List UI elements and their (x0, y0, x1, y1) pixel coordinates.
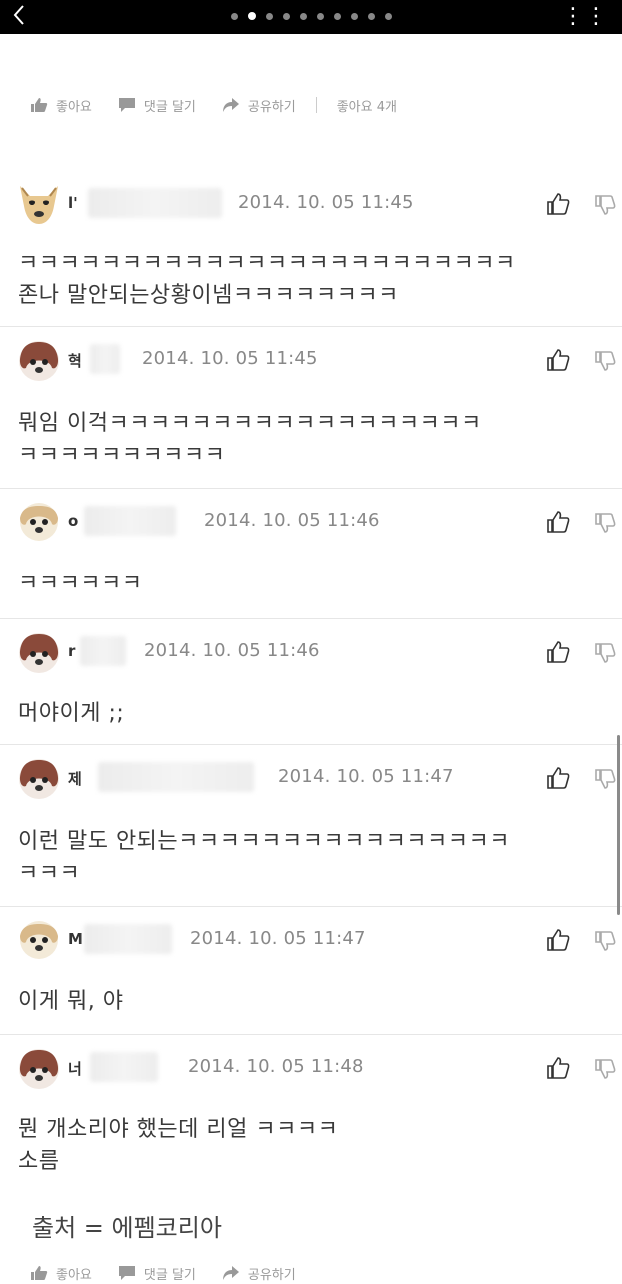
comment-header: M 2014. 10. 05 11:47 (16, 918, 616, 964)
blurred-username (84, 924, 172, 954)
blurred-username (84, 506, 176, 536)
comment-username[interactable]: 혁 (68, 350, 82, 371)
like-label: 좋아요 (56, 99, 92, 115)
blurred-username (90, 1052, 158, 1082)
page-dot[interactable] (367, 13, 375, 20)
more-dots-icon[interactable]: ⋮⋮ (562, 6, 608, 28)
thumbs-down-icon[interactable] (594, 930, 616, 952)
source-text: 출처 = 에펨코리아 (32, 1214, 222, 1242)
comment-icon (118, 1266, 135, 1280)
comment-username[interactable]: l' (68, 194, 78, 212)
page-dot-active[interactable] (247, 12, 256, 20)
thumbs-up-icon[interactable] (546, 348, 570, 372)
post-actions-top: 좋아요 댓글 달기 공유하기 좋아요 4개 (30, 94, 397, 116)
blurred-username (80, 636, 126, 666)
page-indicator (0, 12, 622, 22)
comment-username[interactable]: M (68, 930, 83, 948)
thumbs-up-icon[interactable] (546, 640, 570, 664)
page-dot[interactable] (299, 13, 307, 20)
like-count[interactable]: 좋아요 4개 (337, 96, 397, 115)
comment-item: 제 2014. 10. 05 11:47 이런 말도 안되는ㅋㅋㅋㅋㅋㅋㅋㅋㅋㅋ… (0, 744, 622, 907)
thumbs-down-icon[interactable] (594, 1058, 616, 1080)
page-dot[interactable] (350, 13, 358, 20)
avatar[interactable] (16, 500, 62, 544)
avatar[interactable] (16, 338, 62, 382)
comment-timestamp: 2014. 10. 05 11:47 (190, 928, 366, 949)
comment-item: 혁 2014. 10. 05 11:45 뭐임 이걱ㅋㅋㅋㅋㅋㅋㅋㅋㅋㅋㅋㅋㅋㅋ… (0, 326, 622, 489)
post-actions-bottom: 좋아요 댓글 달기 공유하기 (30, 1262, 322, 1284)
thumbs-up-icon[interactable] (546, 928, 570, 952)
share-label: 공유하기 (247, 99, 296, 115)
share-button[interactable]: 공유하기 (222, 96, 296, 115)
comment-item: l' 2014. 10. 05 11:45 ㅋㅋㅋㅋㅋㅋㅋㅋㅋㅋㅋㅋㅋㅋㅋㅋㅋㅋ… (0, 170, 622, 327)
top-bar: ⋮⋮ (0, 0, 622, 34)
page-dot[interactable] (333, 13, 341, 20)
comment-username[interactable]: o (68, 512, 78, 530)
thumbs-up-icon (31, 1266, 48, 1280)
comment-timestamp: 2014. 10. 05 11:45 (238, 192, 414, 213)
comment-header: 제 2014. 10. 05 11:47 (16, 756, 616, 802)
comment-timestamp: 2014. 10. 05 11:46 (204, 510, 380, 531)
blurred-username (88, 188, 222, 218)
share-icon (222, 1266, 239, 1280)
thumbs-down-icon[interactable] (594, 642, 616, 664)
avatar[interactable] (16, 918, 62, 962)
comment-item: 너 2014. 10. 05 11:48 뭔 개소리야 했는데 리얼 ㅋㅋㅋㅋ … (0, 1034, 622, 1184)
comment-button[interactable]: 댓글 달기 (118, 96, 196, 115)
avatar[interactable] (16, 1046, 62, 1090)
comment-item: o 2014. 10. 05 11:46 ㅋㅋㅋㅋㅋㅋ (0, 488, 622, 619)
comment-text: ㅋㅋㅋㅋㅋㅋ (18, 571, 143, 596)
blurred-username (98, 762, 254, 792)
comment-header: o 2014. 10. 05 11:46 (16, 500, 616, 546)
comment-item: r 2014. 10. 05 11:46 머야이게 ;; (0, 618, 622, 745)
comment-icon (118, 98, 135, 112)
scrollbar[interactable] (617, 735, 620, 915)
blurred-username (90, 344, 120, 374)
comment-username[interactable]: 너 (68, 1058, 82, 1079)
comment-timestamp: 2014. 10. 05 11:47 (278, 766, 454, 787)
comment-text: 뭐임 이걱ㅋㅋㅋㅋㅋㅋㅋㅋㅋㅋㅋㅋㅋㅋㅋㅋㅋㅋ ㅋㅋㅋㅋㅋㅋㅋㅋㅋㅋ (18, 411, 482, 468)
comment-username[interactable]: 제 (68, 768, 82, 789)
comment-header: l' 2014. 10. 05 11:45 (16, 182, 616, 228)
thumbs-up-icon[interactable] (546, 1056, 570, 1080)
share-icon (222, 98, 239, 112)
comment-text: 이런 말도 안되는ㅋㅋㅋㅋㅋㅋㅋㅋㅋㅋㅋㅋㅋㅋㅋㅋ ㅋㅋㅋ (18, 829, 511, 886)
page-dot[interactable] (230, 13, 238, 20)
thumbs-up-icon[interactable] (546, 510, 570, 534)
page-dot[interactable] (316, 13, 324, 20)
avatar[interactable] (16, 182, 62, 226)
thumbs-down-icon[interactable] (594, 512, 616, 534)
comment-text: 뭔 개소리야 했는데 리얼 ㅋㅋㅋㅋ 소름 (18, 1117, 339, 1174)
thumbs-down-icon[interactable] (594, 768, 616, 790)
thumbs-down-icon[interactable] (594, 350, 616, 372)
comment-timestamp: 2014. 10. 05 11:46 (144, 640, 320, 661)
page-dot[interactable] (384, 13, 392, 20)
divider (315, 97, 317, 113)
comment-item: M 2014. 10. 05 11:47 이게 뭐, 야 (0, 906, 622, 1035)
thumbs-up-icon (31, 98, 48, 112)
avatar[interactable] (16, 630, 62, 674)
page-dot[interactable] (282, 13, 290, 20)
like-button[interactable]: 좋아요 (30, 96, 92, 115)
comment-header: 너 2014. 10. 05 11:48 (16, 1046, 616, 1092)
avatar[interactable] (16, 756, 62, 800)
comment-header: 혁 2014. 10. 05 11:45 (16, 338, 616, 384)
comment-text: 머야이게 ;; (18, 701, 125, 726)
comment-timestamp: 2014. 10. 05 11:48 (188, 1056, 364, 1077)
comment-text: 이게 뭐, 야 (18, 989, 124, 1014)
thumbs-down-icon[interactable] (594, 194, 616, 216)
comment-timestamp: 2014. 10. 05 11:45 (142, 348, 318, 369)
thumbs-up-icon[interactable] (546, 192, 570, 216)
thumbs-up-icon[interactable] (546, 766, 570, 790)
page-dot[interactable] (265, 13, 273, 20)
comment-label: 댓글 달기 (143, 99, 196, 115)
comment-header: r 2014. 10. 05 11:46 (16, 630, 616, 676)
comment-username[interactable]: r (68, 642, 75, 660)
comment-text: ㅋㅋㅋㅋㅋㅋㅋㅋㅋㅋㅋㅋㅋㅋㅋㅋㅋㅋㅋㅋㅋㅋㅋㅋ 존나 말안되는상황이넴ㅋㅋㅋㅋ… (18, 251, 516, 308)
